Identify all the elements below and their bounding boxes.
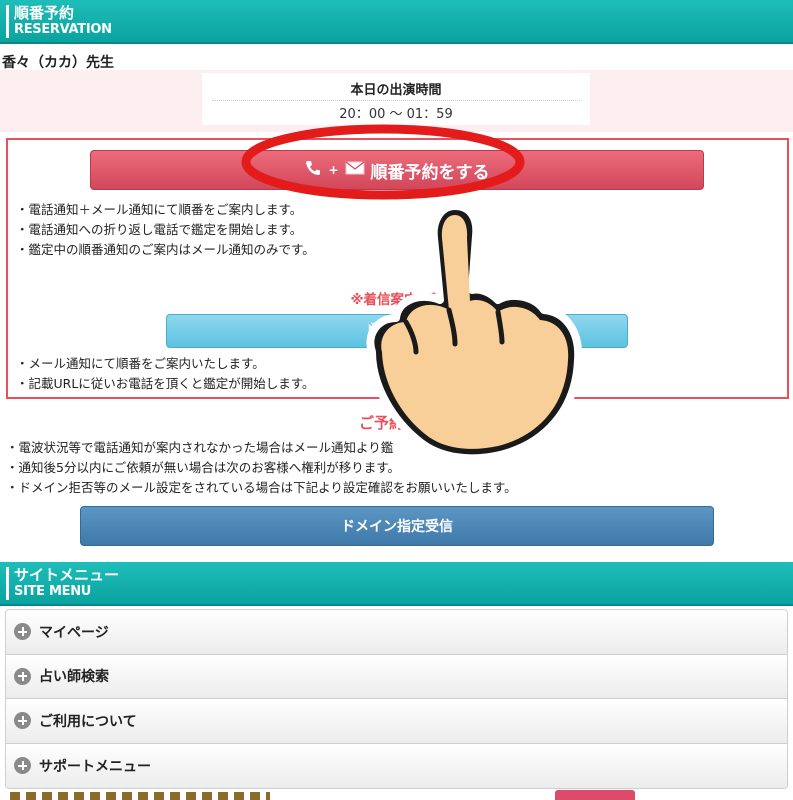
caution-title: ご予約時の bbox=[358, 414, 434, 432]
menu-item-label: マイページ bbox=[39, 624, 109, 641]
no-call-warning: ※着信案内不要 bbox=[350, 292, 445, 308]
plus-circle-icon bbox=[14, 757, 31, 775]
menu-item-support[interactable]: サポートメニュー bbox=[6, 743, 787, 788]
teacher-name: 香々（カカ）先生 bbox=[2, 55, 114, 71]
site-menu-header-subtitle: SITE MENU bbox=[14, 584, 92, 599]
menu-item-label: ご利用について bbox=[39, 713, 137, 730]
caution-note: ・電波状況等で電話通知が案内されなかった場合はメール通知より鑑 bbox=[6, 440, 394, 455]
mail-notes: ・メール通知にて順番をご案内いたします。 ・記載URLに従いお電話を頂くと鑑定が… bbox=[16, 354, 315, 394]
menu-item-label: 占い師検索 bbox=[39, 669, 109, 686]
domain-setting-button[interactable]: ドメイン指定受信 bbox=[80, 506, 714, 546]
caution-note: ・ドメイン拒否等のメール設定をされている場合は下記より設定確認をお願いいたします… bbox=[6, 480, 517, 495]
phone-notes: ・電話通知＋メール通知にて順番をご案内します。 ・電話通知への折り返し電話で鑑定… bbox=[16, 200, 315, 260]
phone-icon bbox=[304, 159, 322, 182]
menu-item-fortune-teller-search[interactable]: 占い師検索 bbox=[6, 654, 787, 699]
mail-note: ・記載URLに従いお電話を頂くと鑑定が開始します。 bbox=[16, 376, 315, 391]
menu-item-label: サポートメニュー bbox=[39, 758, 151, 775]
reservation-header-title: 順番予約 bbox=[14, 4, 75, 22]
site-menu-header: サイトメニュー SITE MENU bbox=[0, 562, 793, 606]
phone-reservation-button[interactable]: + 順番予約をする bbox=[90, 150, 704, 190]
phone-note: ・鑑定中の順番通知のご案内はメール通知のみです。 bbox=[16, 242, 315, 257]
mail-reservation-label: 順番 bbox=[395, 322, 426, 341]
schedule-divider bbox=[212, 100, 580, 101]
banner-image-left[interactable] bbox=[10, 792, 270, 800]
schedule-time: 20：00 ～ 01：59 bbox=[339, 107, 453, 122]
reservation-box: + 順番予約をする ・電話通知＋メール通知にて順番をご案内します。 ・電話通知へ… bbox=[6, 138, 789, 399]
plus-circle-icon bbox=[14, 623, 31, 641]
banner-image-right[interactable] bbox=[555, 790, 635, 800]
mail-reservation-button[interactable]: 順番 bbox=[166, 314, 628, 348]
plus-circle-icon bbox=[14, 712, 31, 730]
phone-note: ・電話通知＋メール通知にて順番をご案内します。 bbox=[16, 202, 303, 217]
schedule-title: 本日の出演時間 bbox=[350, 83, 442, 98]
caution-notes: ・電波状況等で電話通知が案内されなかった場合はメール通知より鑑 ・通知後5分以内… bbox=[6, 438, 517, 498]
schedule-box: 本日の出演時間 20：00 ～ 01：59 bbox=[202, 73, 590, 125]
mail-icon bbox=[368, 322, 388, 340]
mail-note: ・メール通知にて順番をご案内いたします。 bbox=[16, 356, 265, 371]
reservation-header: 順番予約 RESERVATION bbox=[0, 0, 793, 44]
site-menu-list: マイページ 占い師検索 ご利用について サポートメニュー bbox=[5, 609, 788, 789]
header-accent-bar bbox=[6, 567, 9, 600]
plus-circle-icon bbox=[14, 667, 31, 685]
menu-item-mypage[interactable]: マイページ bbox=[6, 610, 787, 655]
phone-reservation-label: 順番予約をする bbox=[370, 162, 490, 183]
mail-icon bbox=[345, 160, 365, 180]
header-accent-bar bbox=[6, 5, 9, 38]
phone-note: ・電話通知への折り返し電話で鑑定を開始します。 bbox=[16, 222, 303, 237]
site-menu-header-title: サイトメニュー bbox=[14, 566, 120, 584]
reservation-header-subtitle: RESERVATION bbox=[14, 22, 112, 37]
menu-item-about-usage[interactable]: ご利用について bbox=[6, 699, 787, 744]
bottom-banner-strip bbox=[0, 790, 793, 800]
caution-note: ・通知後5分以内にご依頼が無い場合は次のお客様へ権利が移ります。 bbox=[6, 460, 400, 475]
plus-sign-icon: + bbox=[328, 163, 339, 177]
